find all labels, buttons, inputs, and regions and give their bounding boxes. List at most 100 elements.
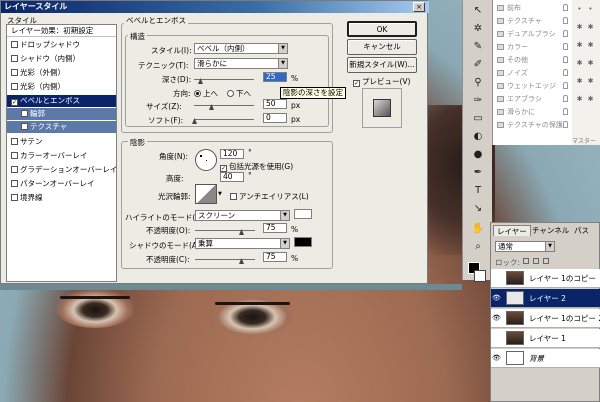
magic-wand-icon[interactable]: ✲ (471, 22, 485, 36)
layer-row[interactable]: レイヤー 1 (491, 329, 600, 348)
bevel-style-select[interactable]: ベベル（内側） ▼ (194, 43, 288, 54)
checkbox[interactable] (11, 138, 18, 145)
stamp-tool-icon[interactable]: ⚲ (471, 76, 485, 90)
preset-dot-icon[interactable]: ✱ (587, 96, 594, 103)
checkbox[interactable] (11, 41, 18, 48)
altitude-input[interactable]: 40 (220, 172, 244, 182)
highlight-mode-select[interactable]: スクリーン ▼ (195, 210, 290, 221)
layer-row[interactable]: 👁 レイヤー 1のコピー 2 (491, 309, 600, 328)
type-tool-icon[interactable]: T (471, 184, 485, 198)
gradient-tool-icon[interactable]: ◐ (471, 130, 485, 144)
checkbox[interactable] (21, 123, 28, 130)
preset-dot-icon[interactable]: • (587, 6, 594, 13)
eye-icon[interactable]: 👁 (492, 354, 501, 362)
move-tool-icon[interactable]: ↖ (471, 4, 485, 18)
lock-move-icon[interactable] (543, 258, 549, 264)
style-item-contour[interactable]: 輪郭 (7, 108, 116, 120)
cancel-button[interactable]: キャンセル (347, 39, 417, 55)
history-brush-icon[interactable]: ✑ (471, 94, 485, 108)
ok-button[interactable]: OK (347, 21, 417, 37)
tab-channels[interactable]: チャンネル (529, 225, 572, 236)
checkbox[interactable] (21, 110, 28, 117)
style-item-texture[interactable]: テクスチャ (7, 121, 116, 133)
depth-input[interactable]: 25 (263, 72, 287, 82)
checkbox[interactable] (11, 69, 18, 76)
checkbox[interactable] (11, 166, 18, 173)
preset-dot-icon[interactable]: ✱ (587, 42, 594, 49)
angle-dial[interactable] (195, 149, 217, 171)
preset-dot-icon[interactable]: ✱ (576, 78, 583, 85)
hand-tool-icon[interactable]: ✋ (471, 222, 485, 236)
tab-paths[interactable]: パス (571, 225, 592, 236)
style-item-stroke[interactable]: 境界線 (7, 192, 116, 204)
checkbox[interactable] (11, 194, 18, 201)
brush-option[interactable]: 滑らかに (493, 106, 573, 118)
checkbox[interactable] (11, 55, 18, 62)
brush-option[interactable]: その他 (493, 54, 573, 66)
brush-option[interactable]: ウェットエッジ (493, 80, 573, 92)
eraser-tool-icon[interactable]: ▭ (471, 112, 485, 126)
brush-option[interactable]: エアブラシ (493, 93, 573, 105)
eye-icon[interactable]: 👁 (492, 314, 501, 322)
slice-tool-icon[interactable]: ✎ (471, 40, 485, 54)
highlight-opacity-slider[interactable] (195, 230, 255, 231)
technique-select[interactable]: 滑らかに ▼ (194, 58, 288, 69)
layer-row[interactable]: 👁 背景 (491, 349, 600, 368)
brush-option[interactable]: 前布 (493, 2, 573, 14)
global-light-checkbox[interactable]: 包括光源を使用(G) (220, 161, 293, 172)
style-item-satin[interactable]: サテン (7, 136, 116, 148)
preset-dot-icon[interactable]: ✱ (576, 42, 583, 49)
preset-dot-icon[interactable]: ✱ (576, 96, 583, 103)
highlight-color-swatch[interactable] (294, 209, 312, 219)
checkbox[interactable] (11, 180, 18, 187)
shadow-color-swatch[interactable] (294, 237, 312, 247)
brush-tool-icon[interactable]: ✐ (471, 58, 485, 72)
brush-option[interactable]: ノイズ (493, 67, 573, 79)
brush-option[interactable]: テクスチャの保護 (493, 119, 573, 131)
preset-dot-icon[interactable]: ✱ (576, 60, 583, 67)
style-item-pattern-overlay[interactable]: パターンオーバーレイ (7, 178, 116, 190)
blend-mode-select[interactable]: 通常 ▼ (495, 241, 555, 252)
brush-option[interactable]: デュアルブラシ (493, 28, 573, 40)
checkbox[interactable] (11, 83, 18, 90)
preset-dot-icon[interactable]: ✱ (587, 60, 594, 67)
soften-input[interactable]: 0 (263, 113, 287, 123)
soften-slider[interactable] (194, 119, 254, 120)
layer-row[interactable]: 👁 レイヤー 2 (491, 289, 600, 308)
gloss-contour-preview[interactable] (195, 184, 217, 204)
path-select-icon[interactable]: ↘ (471, 202, 485, 216)
style-item-color-overlay[interactable]: カラーオーバーレイ (7, 150, 116, 162)
shadow-opacity-input[interactable]: 75 (263, 252, 287, 262)
visibility-toggle[interactable] (492, 334, 501, 342)
style-list-default[interactable]: レイヤー効果：初期設定 (7, 25, 116, 37)
depth-slider[interactable] (194, 79, 254, 80)
direction-down-radio[interactable]: 下へ (227, 88, 251, 99)
direction-up-radio[interactable]: 上へ (194, 88, 218, 99)
lock-brush-icon[interactable] (533, 258, 539, 264)
style-item-inner-glow[interactable]: 光彩（内側） (7, 81, 116, 93)
zoom-tool-icon[interactable]: ⌕ (471, 240, 485, 254)
preview-checkbox[interactable]: プレビュー(V) (353, 76, 410, 87)
style-item-drop-shadow[interactable]: ドロップシャドウ (7, 39, 116, 51)
preset-dot-icon[interactable]: • (576, 6, 583, 13)
shadow-mode-select[interactable]: 乗算 ▼ (195, 238, 290, 249)
preset-dot-icon[interactable]: ✱ (587, 78, 594, 85)
style-item-outer-glow[interactable]: 光彩（外側） (7, 67, 116, 79)
style-item-inner-shadow[interactable]: シャドウ（内側） (7, 53, 116, 65)
angle-input[interactable]: 120 (220, 149, 244, 159)
brush-option[interactable]: カラー (493, 41, 573, 53)
background-color[interactable] (474, 270, 486, 282)
preset-dot-icon[interactable]: ✱ (587, 24, 594, 31)
new-style-button[interactable]: 新規スタイル(W)... (347, 57, 417, 73)
highlight-opacity-input[interactable]: 75 (263, 223, 287, 233)
layer-row[interactable]: レイヤー 1のコピー (491, 269, 600, 288)
tab-layers[interactable]: レイヤー (493, 225, 531, 236)
blur-tool-icon[interactable]: ● (471, 148, 485, 162)
preset-dot-icon[interactable]: ✱ (576, 24, 583, 31)
checkbox[interactable] (11, 99, 18, 106)
close-button[interactable]: × (413, 2, 425, 12)
eye-icon[interactable]: 👁 (492, 294, 501, 302)
style-item-gradient-overlay[interactable]: グラデーションオーバーレイ (7, 164, 117, 176)
pen-tool-icon[interactable]: ✒ (471, 166, 485, 180)
checkbox[interactable] (11, 152, 18, 159)
